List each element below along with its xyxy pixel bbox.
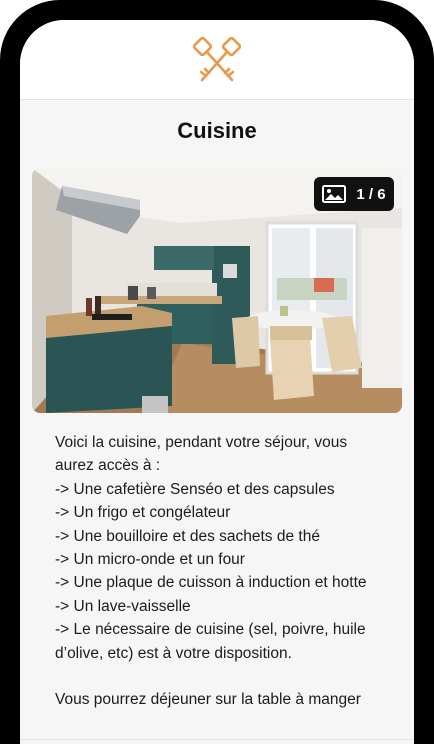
description-line: -> Une plaque de cuisson à induction et … xyxy=(55,574,367,592)
image-counter-text: 1 / 6 xyxy=(356,185,386,203)
image-icon xyxy=(322,185,347,203)
app-screen: Cuisine 1 / 6 Voici la cuisine, pendant … xyxy=(20,20,414,744)
kitchen-photo[interactable]: 1 / 6 xyxy=(32,168,402,413)
image-counter-badge[interactable]: 1 / 6 xyxy=(314,177,394,211)
crossed-keys-icon[interactable] xyxy=(192,36,242,84)
description-line: -> Le nécessaire de cuisine (sel, poivre… xyxy=(55,621,366,662)
description-line: -> Une cafetière Senséo et des capsules xyxy=(55,480,335,498)
description-line: Voici la cuisine, pendant votre séjour, … xyxy=(55,434,348,475)
description: Voici la cuisine, pendant votre séjour, … xyxy=(55,431,375,711)
description-line: -> Une bouilloire et des sachets de thé xyxy=(55,527,320,545)
top-bar xyxy=(20,20,414,100)
description-line: Vous pourrez déjeuner sur la table à man… xyxy=(55,691,361,709)
description-line: -> Un frigo et congélateur xyxy=(55,504,231,522)
page-title: Cuisine xyxy=(177,118,257,143)
description-line: -> Un lave-vaisselle xyxy=(55,597,191,615)
bottom-divider xyxy=(20,739,414,740)
phone-frame: Cuisine 1 / 6 Voici la cuisine, pendant … xyxy=(0,0,434,744)
description-line: -> Un micro-onde et un four xyxy=(55,551,245,569)
